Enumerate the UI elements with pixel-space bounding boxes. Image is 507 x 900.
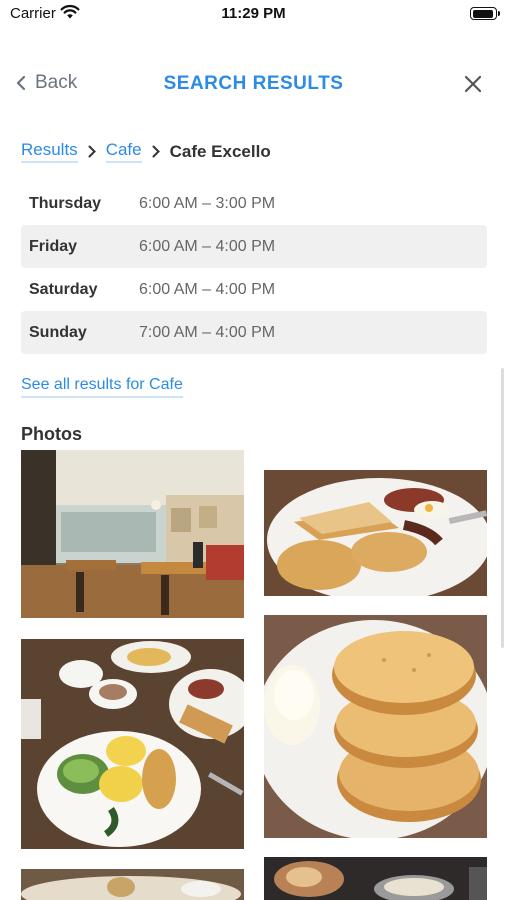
chevron-right-icon <box>88 145 96 158</box>
photo-dessert[interactable] <box>21 869 244 900</box>
day-label: Friday <box>29 237 78 255</box>
day-label: Thursday <box>29 194 102 212</box>
photo-pancakes[interactable] <box>264 615 487 838</box>
close-icon <box>464 75 482 93</box>
hours-row: Friday 6:00 AM – 4:00 PM <box>21 225 487 268</box>
see-all-results-link[interactable]: See all results for Cafe <box>21 376 183 398</box>
hours-row: Thursday 6:00 AM – 3:00 PM <box>21 182 487 225</box>
breadcrumb-current: Cafe Excello <box>169 141 271 161</box>
photo-cafe-interior[interactable] <box>21 450 244 618</box>
breadcrumb-results[interactable]: Results <box>21 140 78 163</box>
breadcrumb-cafe[interactable]: Cafe <box>105 140 142 163</box>
day-label: Saturday <box>29 280 98 298</box>
status-bar: Carrier 11:29 PM <box>0 0 507 30</box>
battery-icon <box>470 7 500 20</box>
scroll-indicator <box>501 368 504 648</box>
chevron-left-icon <box>16 75 26 91</box>
photos-heading: Photos <box>21 424 82 444</box>
day-label: Sunday <box>29 323 87 341</box>
time-range: 7:00 AM – 4:00 PM <box>139 323 276 341</box>
hours-row: Saturday 6:00 AM – 4:00 PM <box>21 268 487 311</box>
photo-eggs-benedict[interactable] <box>21 639 244 849</box>
opening-hours-table: Thursday 6:00 AM – 3:00 PM Friday 6:00 A… <box>21 182 487 354</box>
photo-toast-breakfast[interactable] <box>264 470 487 596</box>
hours-row: Sunday 7:00 AM – 4:00 PM <box>21 311 487 354</box>
back-button[interactable]: Back <box>16 72 77 94</box>
time-range: 6:00 AM – 4:00 PM <box>139 280 276 298</box>
photo-coffee[interactable] <box>264 857 487 900</box>
navigation-bar: Back SEARCH RESULTS <box>0 62 507 106</box>
status-time: 11:29 PM <box>221 5 286 22</box>
time-range: 6:00 AM – 4:00 PM <box>139 237 276 255</box>
close-button[interactable] <box>463 74 483 99</box>
time-range: 6:00 AM – 3:00 PM <box>139 194 276 212</box>
back-label: Back <box>35 72 78 93</box>
chevron-right-icon <box>152 145 160 158</box>
breadcrumb: Results Cafe Cafe Excello <box>21 140 271 163</box>
